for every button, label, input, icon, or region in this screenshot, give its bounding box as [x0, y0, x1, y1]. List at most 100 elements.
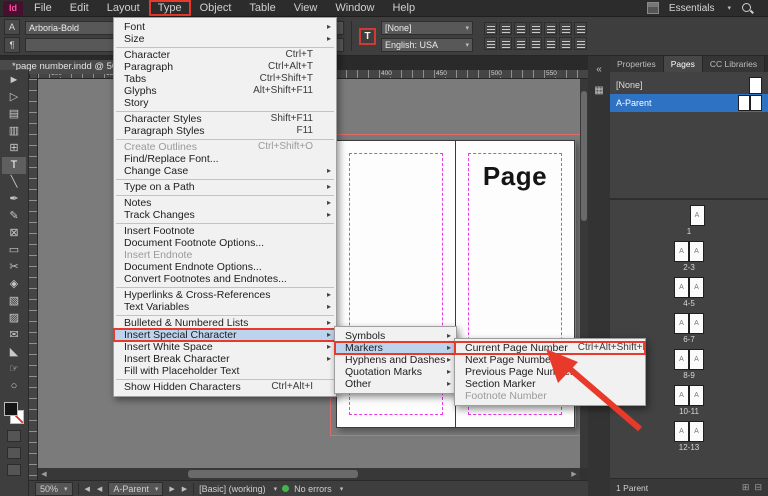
- preflight-profile[interactable]: [Basic] (working): [199, 484, 266, 494]
- menu-item-document-footnote-options[interactable]: Document Footnote Options...: [114, 237, 336, 249]
- parent-row-none[interactable]: [None]: [610, 76, 768, 94]
- paragraph-formatting-toggle[interactable]: ¶: [4, 37, 20, 53]
- space-before-button[interactable]: [544, 37, 557, 50]
- text-fill-swatch[interactable]: T: [359, 28, 376, 45]
- menu-item-tabs[interactable]: TabsCtrl+Shift+T: [114, 73, 336, 85]
- menu-item-previous-page-number[interactable]: Previous Page Number: [455, 366, 645, 378]
- tab-pages[interactable]: Pages: [664, 56, 703, 72]
- formatting-affects-text-button[interactable]: [7, 430, 21, 442]
- menu-item-text-variables[interactable]: Text Variables▸: [114, 301, 336, 313]
- menubar-item-type[interactable]: Type: [149, 0, 191, 16]
- menu-item-next-page-number[interactable]: Next Page Number: [455, 354, 645, 366]
- menu-item-insert-footnote[interactable]: Insert Footnote: [114, 225, 336, 237]
- previous-page-button[interactable]: ◀: [96, 485, 103, 493]
- direct-selection-tool[interactable]: ▷: [2, 89, 26, 106]
- content-collector-tool[interactable]: ⊞: [2, 140, 26, 157]
- menu-item-font[interactable]: Font▸: [114, 21, 336, 33]
- vertical-scroll-thumb[interactable]: [581, 91, 587, 221]
- menu-item-insert-white-space[interactable]: Insert White Space▸: [114, 341, 336, 353]
- menu-item-symbols[interactable]: Symbols▸: [335, 330, 456, 342]
- parent-row-a-parent[interactable]: A-Parent: [610, 94, 768, 112]
- first-line-indent-button[interactable]: [514, 37, 527, 50]
- character-formatting-toggle[interactable]: A: [4, 19, 20, 35]
- rectangle-tool[interactable]: ▭: [2, 242, 26, 259]
- menu-item-track-changes[interactable]: Track Changes▸: [114, 209, 336, 221]
- menu-item-size[interactable]: Size▸: [114, 33, 336, 45]
- free-transform-tool[interactable]: ◈: [2, 276, 26, 293]
- menu-item-quotation-marks[interactable]: Quotation Marks▸: [335, 366, 456, 378]
- fill-swatch[interactable]: [4, 402, 18, 416]
- menu-item-current-page-number[interactable]: Current Page NumberCtrl+Alt+Shift+N: [455, 342, 645, 354]
- last-line-indent-button[interactable]: [529, 37, 542, 50]
- menubar-item-object[interactable]: Object: [191, 0, 241, 16]
- menu-item-paragraph[interactable]: ParagraphCtrl+Alt+T: [114, 61, 336, 73]
- last-page-button[interactable]: ▶: [181, 485, 188, 493]
- menu-item-insert-break-character[interactable]: Insert Break Character▸: [114, 353, 336, 365]
- indent-left-button[interactable]: [484, 37, 497, 50]
- menu-item-hyphens-and-dashes[interactable]: Hyphens and Dashes▸: [335, 354, 456, 366]
- pencil-tool[interactable]: ✎: [2, 208, 26, 225]
- menu-item-markers[interactable]: Markers▸: [335, 342, 456, 354]
- collapsed-panel-icon[interactable]: ▦: [594, 85, 603, 96]
- gradient-feather-tool[interactable]: ▨: [2, 310, 26, 327]
- first-page-button[interactable]: ◀: [84, 485, 91, 493]
- page-spread-2-3[interactable]: AA2-3: [674, 241, 704, 272]
- page-spread-8-9[interactable]: AA8-9: [674, 349, 704, 380]
- expand-panels-icon[interactable]: «: [596, 64, 602, 75]
- drop-cap-button[interactable]: [574, 37, 587, 50]
- page-heading-text[interactable]: Page: [456, 161, 574, 192]
- apply-color-button[interactable]: [7, 447, 21, 459]
- vertical-scrollbar[interactable]: [580, 79, 588, 468]
- vertical-ruler[interactable]: [29, 79, 38, 480]
- menu-item-show-hidden-characters[interactable]: Show Hidden CharactersCtrl+Alt+I: [114, 381, 336, 393]
- justify-all-button[interactable]: [574, 22, 587, 35]
- scissors-tool[interactable]: ✂: [2, 259, 26, 276]
- horizontal-scrollbar[interactable]: ◀ ▶: [38, 468, 580, 480]
- tab-cc-libraries[interactable]: CC Libraries: [703, 56, 765, 72]
- tab-properties[interactable]: Properties: [610, 56, 664, 72]
- preflight-errors-label[interactable]: No errors: [294, 484, 332, 494]
- page-spread-1[interactable]: A1: [674, 205, 705, 236]
- line-tool[interactable]: ╲: [2, 174, 26, 191]
- search-icon[interactable]: [741, 2, 754, 15]
- page-spread-6-7[interactable]: AA6-7: [674, 313, 704, 344]
- space-after-button[interactable]: [559, 37, 572, 50]
- menu-item-glyphs[interactable]: GlyphsAlt+Shift+F11: [114, 85, 336, 97]
- screen-mode-button[interactable]: [7, 464, 21, 476]
- menu-item-other[interactable]: Other▸: [335, 378, 456, 390]
- menu-item-change-case[interactable]: Change Case▸: [114, 165, 336, 177]
- workspace-switcher[interactable]: Essentials: [669, 3, 715, 14]
- menu-item-character-styles[interactable]: Character StylesShift+F11: [114, 113, 336, 125]
- align-right-button[interactable]: [514, 22, 527, 35]
- menu-item-hyperlinks-cross-references[interactable]: Hyperlinks & Cross-References▸: [114, 289, 336, 301]
- page-spread-4-5[interactable]: AA4-5: [674, 277, 704, 308]
- menubar-item-help[interactable]: Help: [383, 0, 424, 16]
- selection-tool[interactable]: ►: [2, 72, 26, 89]
- zoom-level-select[interactable]: 50% ▾: [35, 482, 73, 496]
- next-page-button[interactable]: ▶: [168, 485, 175, 493]
- menu-item-document-endnote-options[interactable]: Document Endnote Options...: [114, 261, 336, 273]
- language-select[interactable]: English: USA ▾: [381, 38, 473, 52]
- page-spread-12-13[interactable]: AA12-13: [674, 421, 704, 452]
- page-number-select[interactable]: A-Parent ▾: [108, 482, 163, 496]
- menubar-item-layout[interactable]: Layout: [98, 0, 149, 16]
- menubar-item-window[interactable]: Window: [326, 0, 383, 16]
- menu-item-notes[interactable]: Notes▸: [114, 197, 336, 209]
- justify-left-button[interactable]: [529, 22, 542, 35]
- page-tool[interactable]: ▤: [2, 106, 26, 123]
- page-spread-10-11[interactable]: AA10-11: [674, 385, 704, 416]
- menu-item-fill-with-placeholder-text[interactable]: Fill with Placeholder Text: [114, 365, 336, 377]
- menu-item-type-on-a-path[interactable]: Type on a Path▸: [114, 181, 336, 193]
- create-page-icon[interactable]: ⊞: [742, 482, 750, 493]
- menu-item-story[interactable]: Story: [114, 97, 336, 109]
- gradient-swatch-tool[interactable]: ▧: [2, 293, 26, 310]
- align-center-button[interactable]: [499, 22, 512, 35]
- menu-item-find-replace-font[interactable]: Find/Replace Font...: [114, 153, 336, 165]
- menu-item-insert-special-character[interactable]: Insert Special Character▸: [114, 329, 336, 341]
- align-left-button[interactable]: [484, 22, 497, 35]
- delete-page-icon[interactable]: ⊟: [754, 482, 762, 493]
- pen-tool[interactable]: ✒: [2, 191, 26, 208]
- horizontal-scroll-thumb[interactable]: [188, 470, 358, 478]
- menu-item-character[interactable]: CharacterCtrl+T: [114, 49, 336, 61]
- rectangle-frame-tool[interactable]: ⊠: [2, 225, 26, 242]
